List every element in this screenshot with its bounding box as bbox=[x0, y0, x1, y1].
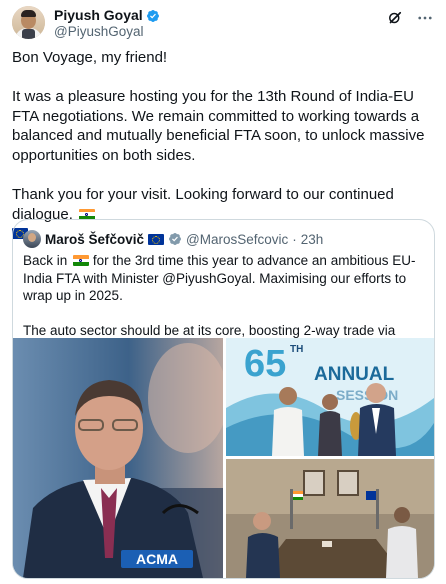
podium-sign-text: ACMA bbox=[136, 551, 178, 567]
quoted-eu-flag-icon bbox=[148, 233, 165, 245]
quoted-india-flag-icon bbox=[73, 255, 90, 266]
ceremony-photo[interactable]: 65 TH ANNUAL SESSION bbox=[226, 338, 434, 456]
author-name-block: Piyush Goyal @PiyushGoyal bbox=[54, 7, 160, 40]
quoted-handle: @MarosSefcovic bbox=[186, 231, 289, 247]
banner-number: 65 bbox=[244, 343, 286, 385]
header-actions bbox=[386, 9, 434, 27]
ceremony-photo-art: 65 TH ANNUAL SESSION bbox=[226, 338, 434, 456]
quoted-paragraph-1: Back in for the 3rd time this year to ad… bbox=[23, 252, 423, 305]
quoted-time: 23h bbox=[300, 231, 324, 247]
tweet-paragraph-3-text: Thank you for your visit. Looking forwar… bbox=[12, 186, 394, 223]
speaker-photo[interactable]: ACMA bbox=[13, 338, 223, 578]
tweet-line-1: Bon Voyage, my friend! bbox=[12, 49, 168, 66]
speaker-photo-art: ACMA bbox=[13, 338, 223, 578]
verified-badge-icon bbox=[146, 9, 159, 22]
quoted-tweet[interactable]: Maroš Šefčovič @MarosSefcovic · 23h Back… bbox=[12, 219, 435, 579]
quoted-separator: · bbox=[292, 231, 297, 247]
meeting-photo[interactable] bbox=[226, 459, 434, 578]
author-display-name[interactable]: Piyush Goyal bbox=[54, 7, 143, 24]
tweet-text: Bon Voyage, my friend! It was a pleasure… bbox=[12, 48, 436, 244]
banner-word: ANNUAL bbox=[314, 364, 395, 385]
more-icon[interactable] bbox=[416, 9, 434, 27]
quoted-author-avatar bbox=[23, 230, 41, 248]
quoted-media-grid: ACMA 65 TH ANNUAL SESSION bbox=[13, 338, 434, 578]
author-avatar[interactable] bbox=[12, 6, 45, 39]
quoted-display-name: Maroš Šefčovič bbox=[45, 231, 145, 247]
author-handle[interactable]: @PiyushGoyal bbox=[54, 24, 160, 40]
quoted-header: Maroš Šefčovič @MarosSefcovic · 23h bbox=[23, 230, 323, 248]
tweet-paragraph-2: It was a pleasure hosting you for the 13… bbox=[12, 88, 425, 164]
quoted-text-1a: Back in bbox=[23, 253, 68, 268]
banner-suffix: TH bbox=[290, 344, 303, 355]
quoted-verified-icon bbox=[169, 233, 182, 245]
tweet-header: Piyush Goyal @PiyushGoyal bbox=[12, 6, 434, 42]
grok-icon[interactable] bbox=[386, 9, 404, 27]
meeting-photo-art bbox=[226, 459, 434, 578]
